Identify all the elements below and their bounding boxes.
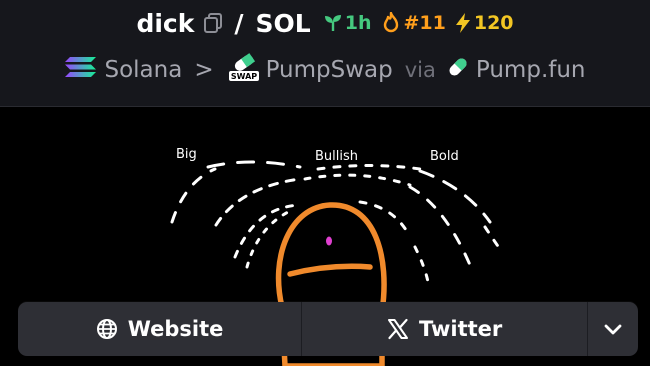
age-badge: 1h [323, 12, 372, 34]
banner-word-bold: Bold [430, 149, 459, 164]
via-label: via [404, 58, 436, 82]
rank-badge: #11 [381, 12, 446, 34]
pair-separator: / [234, 8, 244, 38]
boost-value: 120 [473, 12, 514, 34]
seedling-icon [324, 15, 341, 31]
website-button[interactable]: Website [18, 302, 303, 356]
launchpad-name[interactable]: Pump.fun [476, 57, 586, 83]
banner-word-bullish: Bullish [315, 149, 358, 164]
copy-icon[interactable] [202, 12, 224, 34]
twitter-button[interactable]: Twitter [302, 302, 589, 356]
banner-word-big: Big [176, 147, 197, 162]
age-value: 1h [344, 12, 372, 34]
token-symbol: dick [136, 8, 195, 38]
bolt-icon [455, 13, 470, 33]
flame-icon [384, 12, 399, 33]
pumpswap-logo-icon: SWAP [228, 52, 260, 88]
chevron-down-icon [604, 324, 622, 335]
chain-name[interactable]: Solana [104, 57, 182, 83]
rank-value: #11 [403, 12, 446, 34]
dex-name[interactable]: PumpSwap [266, 57, 393, 83]
social-links-bar: Website Twitter [18, 302, 638, 356]
more-links-button[interactable] [588, 302, 638, 356]
pumpswap-logo-text: SWAP [230, 72, 256, 81]
pair-header: dick / SOL 1h #11 120 Solana > SWAP Pump… [0, 0, 650, 106]
globe-icon [96, 319, 117, 339]
website-label: Website [127, 317, 224, 341]
solana-logo-icon [64, 54, 98, 86]
chain-row: Solana > SWAP PumpSwap via Pump.fun [0, 52, 650, 88]
x-logo-icon [387, 318, 408, 340]
twitter-label: Twitter [418, 317, 503, 341]
breadcrumb-chevron: > [194, 57, 214, 83]
quote-symbol: SOL [255, 8, 311, 38]
pumpfun-pill-icon [446, 55, 470, 85]
boost-badge[interactable]: 120 [454, 12, 514, 34]
pair-title-row: dick / SOL 1h #11 120 [0, 2, 650, 44]
